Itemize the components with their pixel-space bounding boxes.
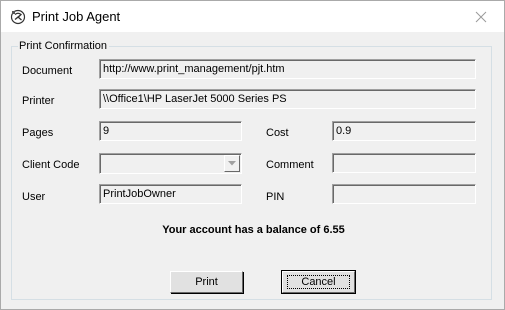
print-button-label: Print <box>195 276 218 288</box>
cancel-button[interactable]: Cancel <box>281 270 356 294</box>
printer-label: Printer <box>22 95 55 107</box>
client-code-dropdown[interactable] <box>99 153 242 174</box>
client-code-dropdown-button[interactable] <box>224 155 240 172</box>
pin-label: PIN <box>266 191 285 203</box>
pin-field[interactable] <box>332 184 476 204</box>
close-icon <box>475 11 487 22</box>
user-field[interactable]: PrintJobOwner <box>99 184 242 204</box>
cost-field[interactable]: 0.9 <box>332 121 476 141</box>
cost-label: Cost <box>266 127 289 139</box>
printer-field[interactable]: \\Office1\HP LaserJet 5000 Series PS <box>99 89 476 109</box>
cancel-button-label: Cancel <box>301 276 336 288</box>
window-title: Print Job Agent <box>32 9 121 24</box>
print-job-agent-dialog: Print Job Agent Print Confirmation Docum… <box>0 0 505 310</box>
group-legend: Print Confirmation <box>18 40 110 53</box>
pages-label: Pages <box>22 127 54 139</box>
close-button[interactable] <box>458 1 504 32</box>
balance-message: Your account has a balance of 6.55 <box>162 224 345 236</box>
print-confirmation-group <box>11 46 492 300</box>
pages-field[interactable]: 9 <box>99 121 242 141</box>
comment-label: Comment <box>266 159 314 171</box>
print-button[interactable]: Print <box>170 271 243 293</box>
user-label: User <box>22 191 46 203</box>
document-field[interactable]: http://www.print_management/pjt.htm <box>99 59 476 79</box>
title-bar: Print Job Agent <box>1 1 504 32</box>
printer-agent-icon <box>10 9 26 25</box>
comment-field[interactable] <box>332 153 476 173</box>
chevron-down-icon <box>228 161 236 166</box>
client-code-label: Client Code <box>22 159 80 171</box>
document-label: Document <box>22 65 73 77</box>
